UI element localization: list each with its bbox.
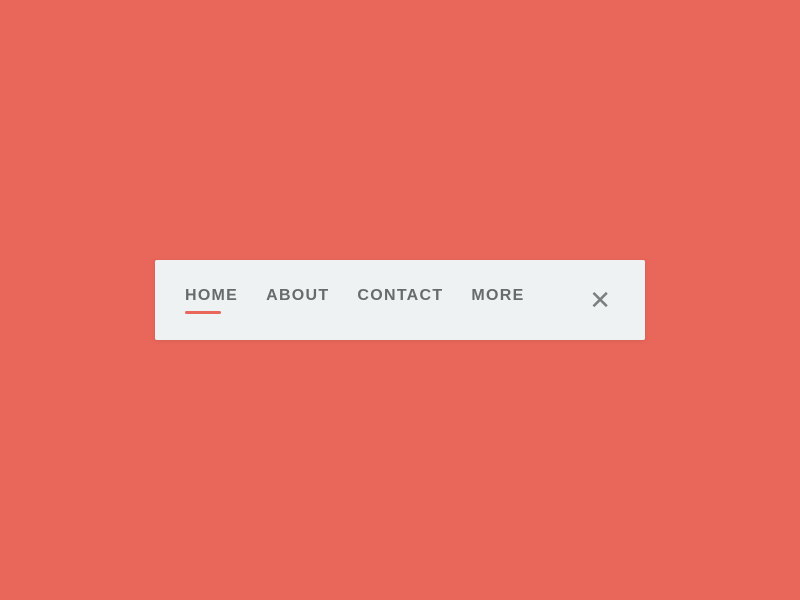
nav-item-home-underline — [185, 311, 221, 314]
nav-item-about[interactable]: ABOUT — [266, 287, 357, 314]
nav-item-about-label: ABOUT — [266, 287, 329, 305]
nav-item-contact[interactable]: CONTACT — [357, 287, 471, 314]
nav-item-more-label: MORE — [471, 287, 524, 305]
nav-item-more[interactable]: MORE — [471, 287, 552, 314]
close-icon: ✕ — [589, 287, 611, 313]
nav-item-home[interactable]: HOME — [185, 287, 266, 314]
nav-item-contact-label: CONTACT — [357, 287, 443, 305]
nav-items-container: HOME ABOUT CONTACT MORE — [185, 287, 585, 314]
close-button[interactable]: ✕ — [585, 283, 615, 317]
navigation-bar: HOME ABOUT CONTACT MORE ✕ — [155, 260, 645, 340]
nav-item-home-label: HOME — [185, 287, 238, 305]
